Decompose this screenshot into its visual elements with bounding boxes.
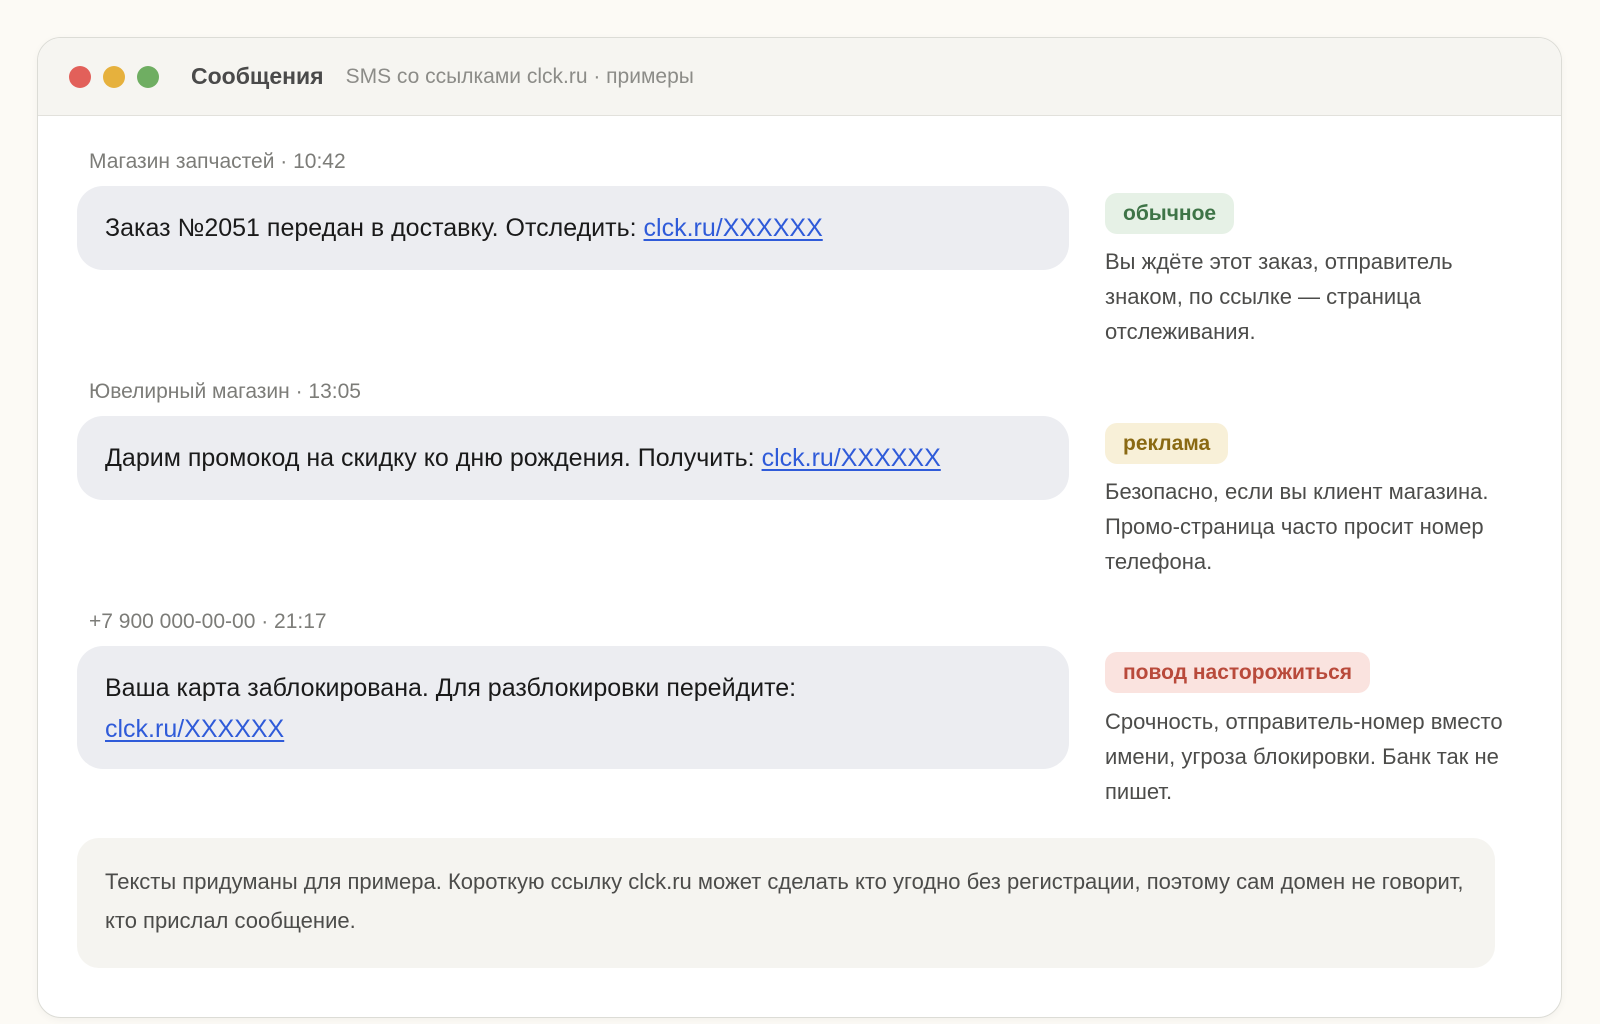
message-list: Магазин запчастей · 10:42 Заказ №2051 пе…	[38, 116, 1561, 1017]
message-link[interactable]: clck.ru/XXXXXX	[762, 444, 941, 472]
message-bubble: Ваша карта заблокирована. Для разблокиро…	[77, 646, 1069, 769]
message-link[interactable]: clck.ru/XXXXXX	[644, 214, 823, 242]
message-text: Дарим промокод на скидку ко дню рождения…	[105, 444, 762, 472]
status-badge-ad: реклама	[1105, 423, 1229, 464]
message-text: Ваша карта заблокирована. Для разблокиро…	[105, 674, 797, 702]
message-explanation: Безопасно, если вы клиент магазина. Пром…	[1105, 479, 1489, 574]
message-sender-time: Магазин запчастей · 10:42	[89, 150, 346, 173]
app-subtitle: SMS со ссылками clck.ru · примеры	[345, 64, 694, 88]
close-window-button[interactable]	[69, 65, 91, 88]
message-sender-time: +7 900 000-00-00 · 21:17	[89, 610, 327, 633]
status-badge-normal: обычное	[1105, 193, 1235, 234]
message-bubble: Дарим промокод на скидку ко дню рождения…	[77, 416, 1069, 500]
messages-window: Сообщения SMS со ссылками clck.ru · прим…	[37, 37, 1562, 1018]
maximize-window-button[interactable]	[137, 65, 159, 88]
message-sender-time: Ювелирный магазин · 13:05	[89, 380, 361, 403]
disclaimer-note: Тексты придуманы для примера. Короткую с…	[77, 838, 1495, 968]
message-text: Заказ №2051 передан в доставку. Отследит…	[105, 214, 644, 242]
message-explanation: Вы ждёте этот заказ, отправитель знаком,…	[1105, 249, 1453, 344]
message-bubble: Заказ №2051 передан в доставку. Отследит…	[77, 186, 1069, 270]
minimize-window-button[interactable]	[103, 65, 125, 88]
app-title: Сообщения	[191, 63, 324, 89]
title-bar: Сообщения SMS со ссылками clck.ru · прим…	[38, 38, 1561, 116]
status-badge-warning: повод насторожиться	[1105, 652, 1371, 693]
message-explanation: Срочность, отправитель-номер вместо имен…	[1105, 709, 1503, 804]
message-link[interactable]: clck.ru/XXXXXX	[105, 715, 284, 743]
